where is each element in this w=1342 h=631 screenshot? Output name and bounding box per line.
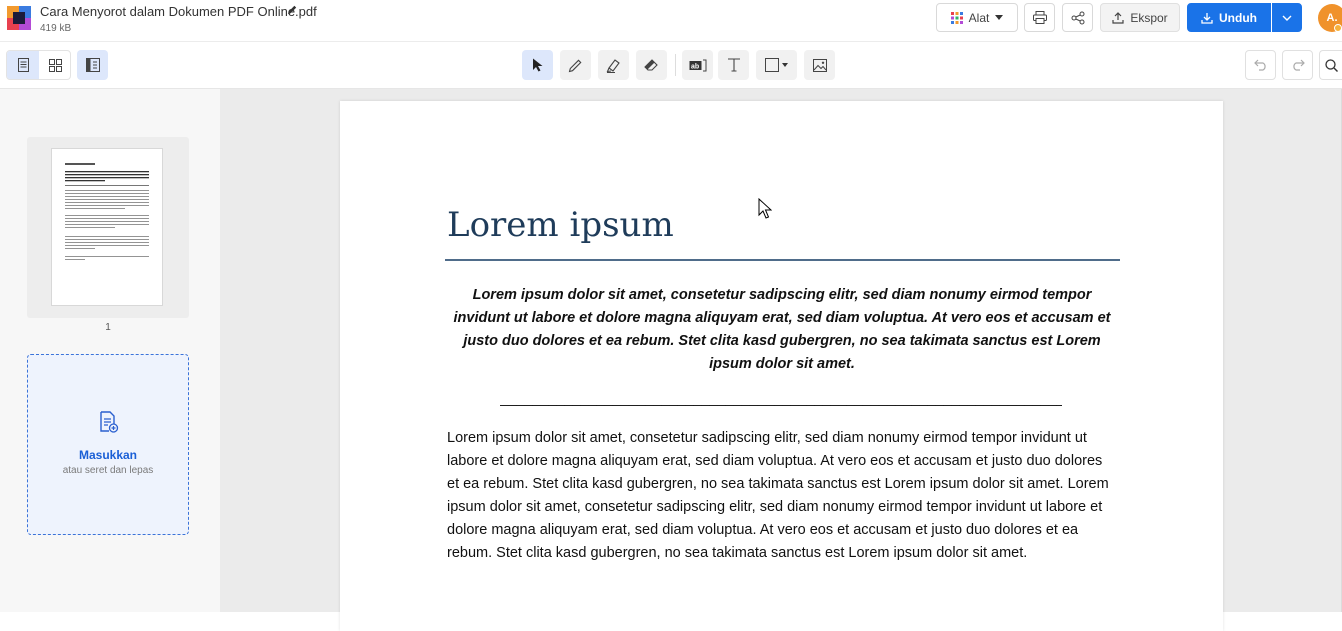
eraser-tool-button[interactable] xyxy=(636,50,667,80)
insert-subtitle: atau seret dan lepas xyxy=(62,465,154,476)
heading-rule xyxy=(445,259,1120,261)
pen-tool-button[interactable] xyxy=(560,50,591,80)
caret-down-icon xyxy=(995,15,1004,20)
edit-filename-icon[interactable] xyxy=(286,4,298,16)
search-button[interactable] xyxy=(1319,50,1342,80)
print-button[interactable] xyxy=(1024,3,1055,32)
top-header: Cara Menyorot dalam Dokumen PDF Online.p… xyxy=(0,0,1342,42)
tools-menu-button[interactable]: Alat xyxy=(936,3,1018,32)
thumbnail-page-preview xyxy=(51,148,163,306)
body-paragraph[interactable]: Lorem ipsum dolor sit amet, consetetur s… xyxy=(447,427,1111,565)
eraser-icon xyxy=(644,59,658,71)
thumbnail-content-image xyxy=(65,163,149,260)
text-recognize-icon: ab xyxy=(689,59,706,71)
lead-paragraph[interactable]: Lorem ipsum dolor sit amet, consetetur s… xyxy=(446,284,1118,376)
page-view-icon xyxy=(17,58,29,72)
shape-tool-button[interactable] xyxy=(756,50,797,80)
image-tool-button[interactable] xyxy=(804,50,835,80)
pen-icon xyxy=(568,59,582,72)
page-thumbnail[interactable] xyxy=(27,137,189,318)
text-tool-icon xyxy=(727,58,740,72)
insert-file-dropzone[interactable]: Masukkan atau seret dan lepas xyxy=(27,354,189,535)
single-page-view-button[interactable] xyxy=(7,51,39,79)
sidebar-toggle-button[interactable] xyxy=(77,50,108,80)
redo-button[interactable] xyxy=(1282,50,1313,80)
grid-view-button[interactable] xyxy=(39,51,71,79)
download-label: Unduh xyxy=(1219,10,1257,25)
page-thumbnails-sidebar: 1 Masukkan atau seret dan lepas xyxy=(0,89,220,612)
document-heading[interactable]: Lorem ipsum xyxy=(447,205,674,245)
search-icon xyxy=(1324,58,1338,72)
shape-icon xyxy=(764,58,788,72)
image-icon xyxy=(812,58,827,72)
sidebar-toggle-icon xyxy=(85,58,100,72)
undo-icon xyxy=(1253,59,1266,71)
pdf-page[interactable]: Lorem ipsum Lorem ipsum dolor sit amet, … xyxy=(340,101,1223,631)
underline-separator: ________________________________________… xyxy=(500,391,1062,407)
view-mode-switch xyxy=(6,50,71,80)
upload-icon xyxy=(1112,11,1124,24)
document-viewport[interactable]: Lorem ipsum Lorem ipsum dolor sit amet, … xyxy=(220,89,1342,631)
apps-grid-icon xyxy=(950,11,963,24)
export-label: Ekspor xyxy=(1130,10,1168,25)
mouse-pointer-icon xyxy=(758,198,772,219)
highlighter-tool-button[interactable] xyxy=(598,50,629,80)
tools-label: Alat xyxy=(968,10,990,25)
share-button[interactable] xyxy=(1062,3,1093,32)
file-size: 419 kB xyxy=(40,23,72,34)
select-tool-button[interactable] xyxy=(522,50,553,80)
export-button[interactable]: Ekspor xyxy=(1100,3,1180,32)
download-icon xyxy=(1201,12,1213,24)
chevron-down-icon xyxy=(1282,15,1292,21)
grid-view-icon xyxy=(48,58,62,72)
select-cursor-icon xyxy=(532,58,542,72)
svg-text:ab: ab xyxy=(691,63,699,70)
file-name[interactable]: Cara Menyorot dalam Dokumen PDF Online.p… xyxy=(40,4,317,19)
toolbar-divider xyxy=(675,54,676,76)
text-tool-button[interactable] xyxy=(718,50,749,80)
download-options-button[interactable] xyxy=(1272,3,1302,32)
text-recognition-button[interactable]: ab xyxy=(682,50,713,80)
redo-icon xyxy=(1292,59,1305,71)
page-number-label: 1 xyxy=(105,322,111,333)
download-button[interactable]: Unduh xyxy=(1187,3,1271,32)
editor-toolbar: ab xyxy=(0,42,1342,89)
app-logo-icon[interactable] xyxy=(7,6,31,30)
file-add-icon xyxy=(100,411,119,433)
share-icon xyxy=(1071,11,1084,24)
notification-dot xyxy=(1334,24,1342,32)
highlighter-icon xyxy=(606,58,620,73)
insert-title: Masukkan xyxy=(78,448,138,462)
undo-button[interactable] xyxy=(1245,50,1276,80)
printer-icon xyxy=(1032,11,1047,24)
